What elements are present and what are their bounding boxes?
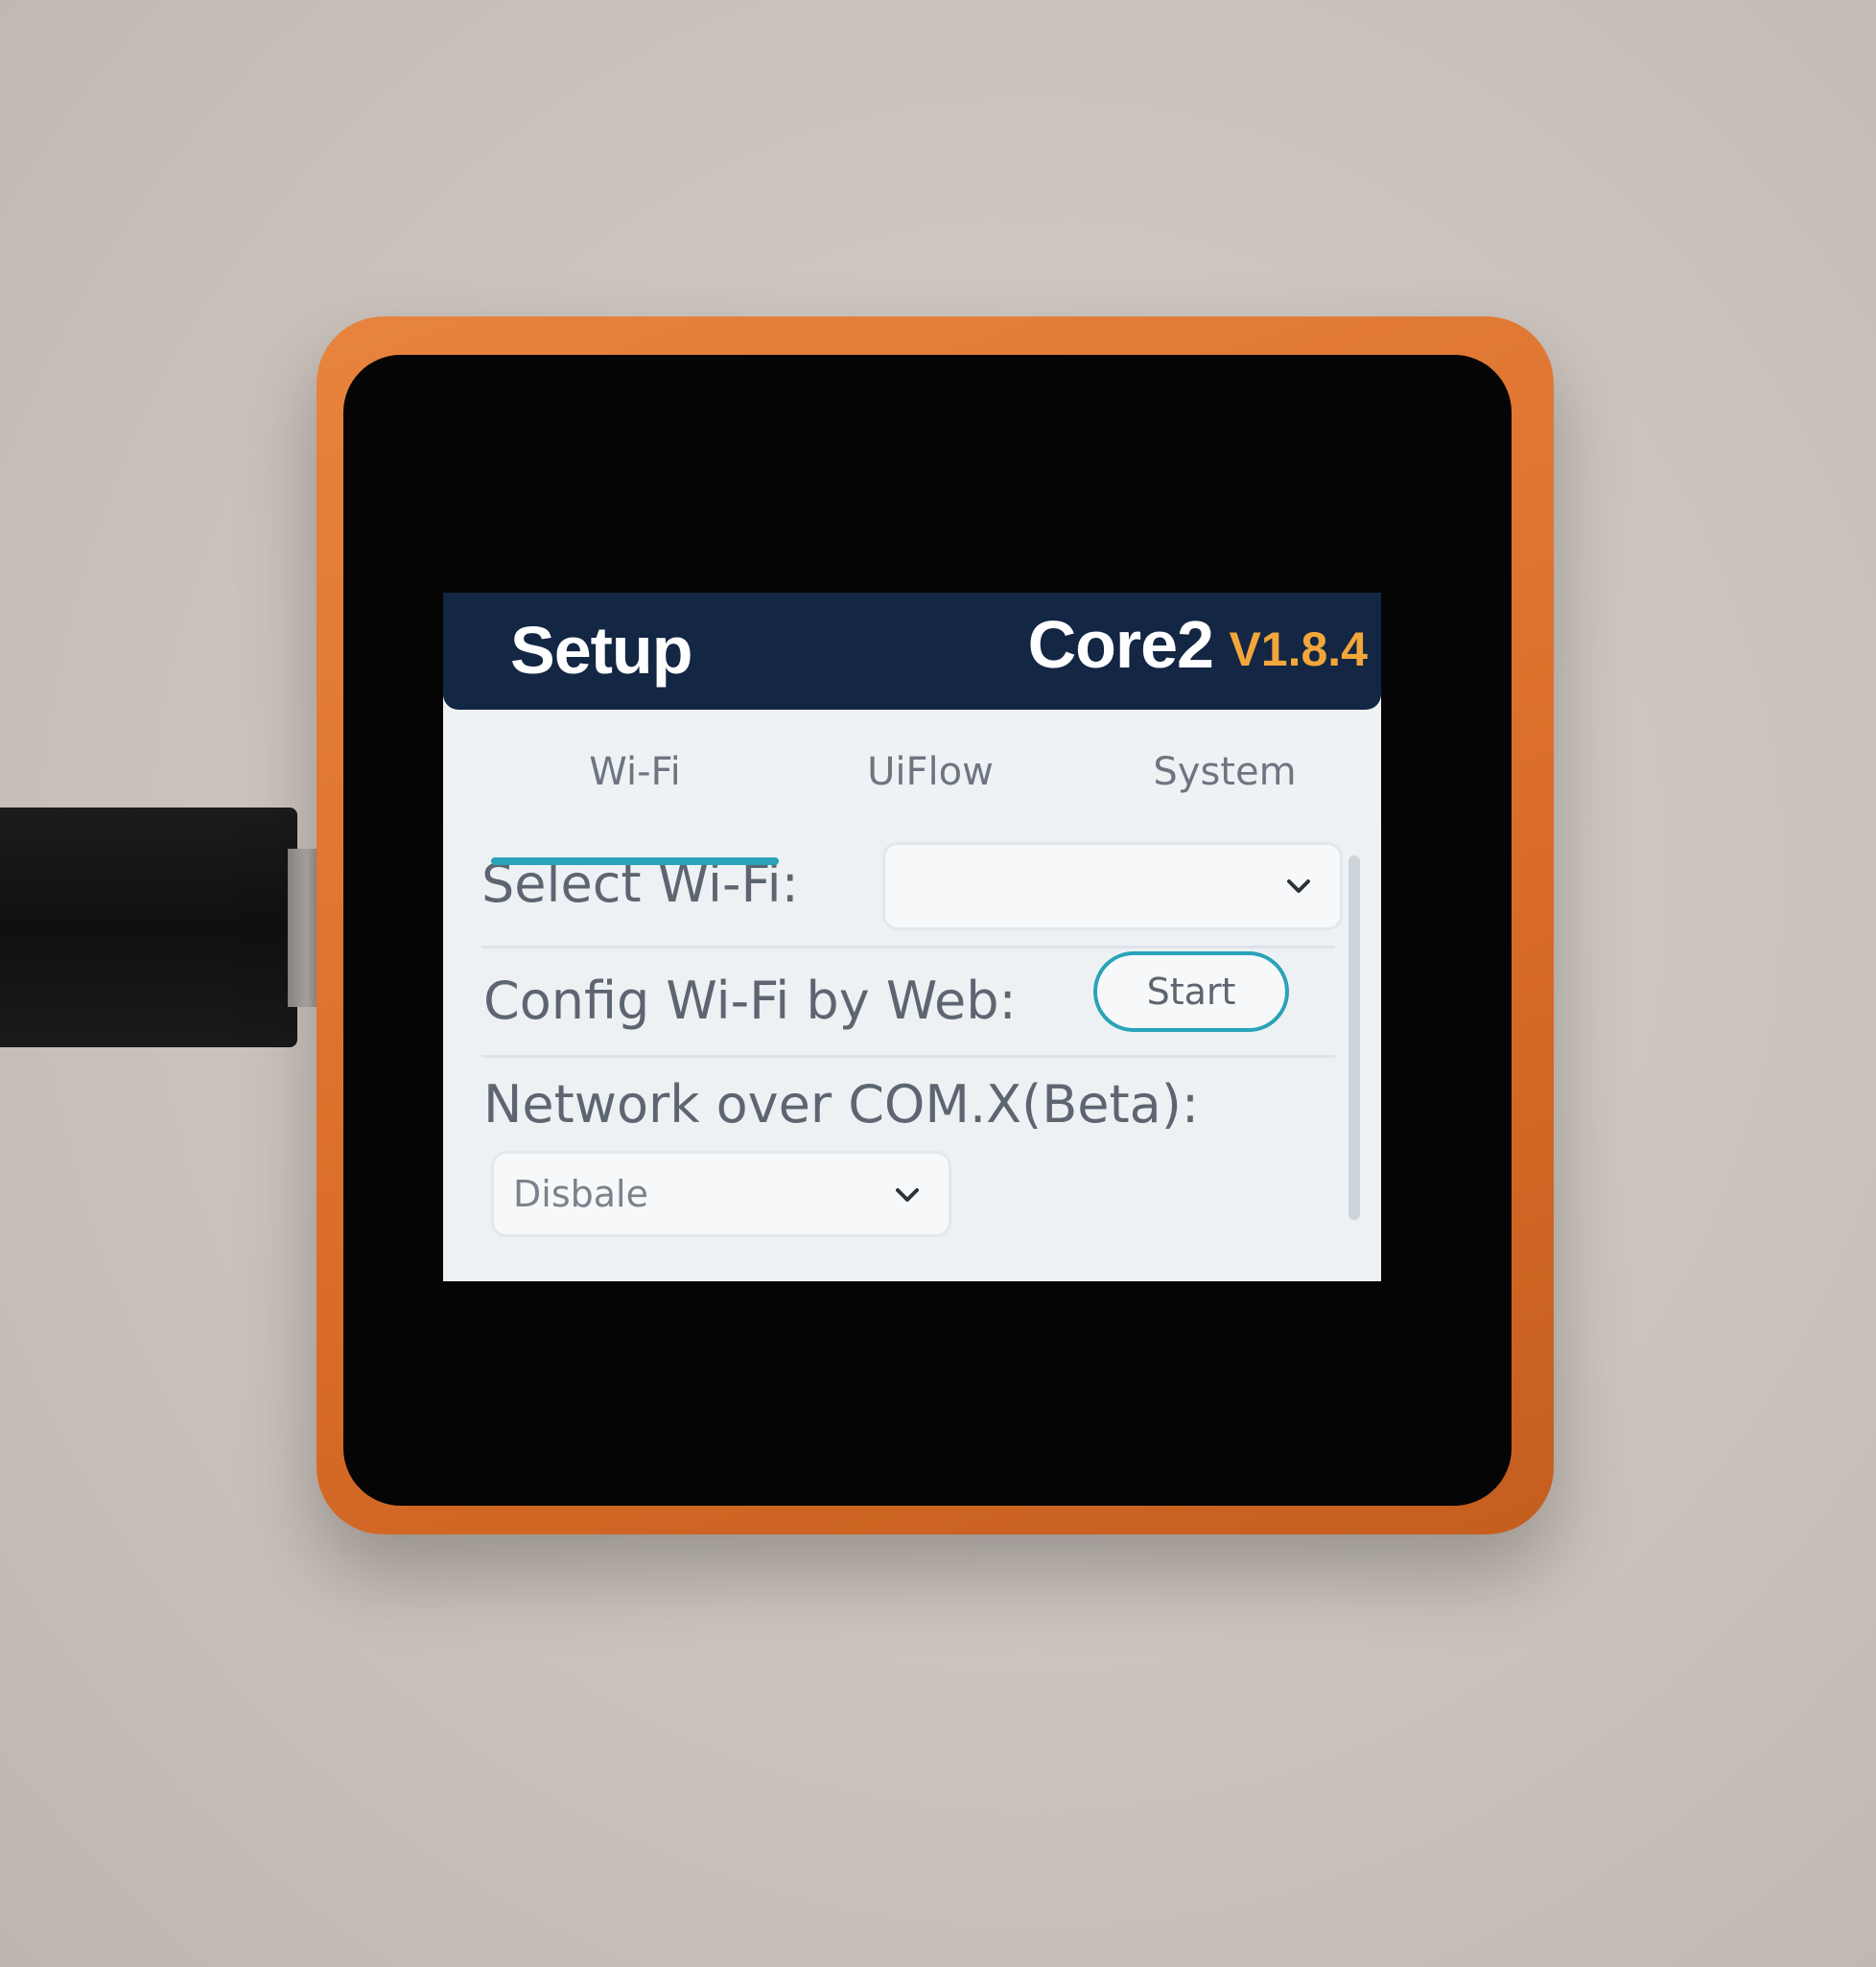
scrollbar[interactable] — [1348, 855, 1360, 1220]
tab-bar: Wi-Fi UiFlow System — [443, 710, 1381, 944]
chevron-down-icon — [1287, 879, 1310, 893]
row-divider — [481, 946, 1335, 948]
lcd-screen: Setup Core2 V1.8.4 Wi-Fi UiFlow System S… — [443, 593, 1381, 1281]
tab-wifi[interactable]: Wi-Fi — [549, 750, 721, 794]
start-button[interactable]: Start — [1093, 951, 1289, 1032]
setup-header: Setup Core2 V1.8.4 — [443, 593, 1381, 710]
tab-system[interactable]: System — [1119, 750, 1330, 794]
tab-uiflow[interactable]: UiFlow — [834, 750, 1026, 794]
network-com-label: Network over COM.X(Beta): — [483, 1074, 1200, 1135]
page-title: Setup — [510, 613, 692, 688]
active-tab-indicator — [491, 857, 779, 865]
wifi-panel: Select Wi-Fi: Config Wi-Fi by Web: Start… — [443, 827, 1381, 1281]
network-com-select-value: Disbale — [513, 1173, 648, 1215]
device-model: Core2 — [1027, 607, 1214, 682]
usb-cable — [0, 808, 297, 1047]
config-wifi-label: Config Wi-Fi by Web: — [483, 971, 1017, 1031]
chevron-down-icon — [896, 1188, 919, 1202]
firmware-version: V1.8.4 — [1229, 622, 1368, 676]
network-com-select[interactable]: Disbale — [491, 1151, 951, 1237]
row-divider — [481, 1055, 1335, 1058]
wifi-select[interactable] — [882, 842, 1343, 930]
